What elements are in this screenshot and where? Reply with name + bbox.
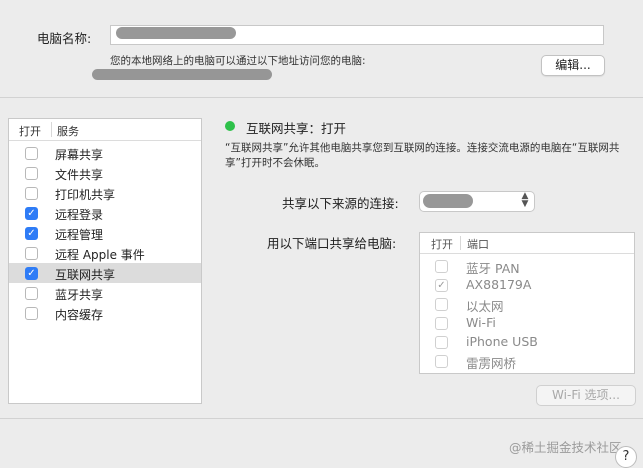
service-label: 远程登录 bbox=[55, 208, 104, 222]
ports-header-divider bbox=[460, 236, 461, 250]
port-checkbox[interactable] bbox=[435, 260, 448, 273]
port-row[interactable]: ✓ AX88179A bbox=[420, 275, 634, 294]
service-checkbox[interactable] bbox=[25, 187, 38, 200]
services-list-header: 打开 服务 bbox=[9, 119, 201, 141]
port-checkbox[interactable] bbox=[435, 336, 448, 349]
service-checkbox[interactable] bbox=[25, 307, 38, 320]
service-row[interactable]: 文件共享 bbox=[9, 163, 201, 183]
redacted-name-scribble bbox=[116, 27, 236, 39]
service-checkbox[interactable]: ✓ bbox=[25, 267, 38, 280]
internet-sharing-status: 互联网共享：打开 bbox=[246, 121, 347, 136]
edit-button[interactable]: 编辑... bbox=[541, 55, 605, 76]
port-row[interactable]: 雷雳网桥 bbox=[420, 351, 634, 371]
service-checkbox[interactable] bbox=[25, 287, 38, 300]
port-label: Wi-Fi bbox=[466, 315, 496, 330]
service-label: 互联网共享 bbox=[55, 268, 116, 282]
watermark: @稀土掘金技术社区 bbox=[509, 440, 622, 455]
header-divider bbox=[51, 122, 52, 137]
port-row[interactable]: Wi-Fi bbox=[420, 313, 634, 332]
service-row[interactable]: ✓ 远程登录 bbox=[9, 203, 201, 223]
service-label: 内容缓存 bbox=[55, 308, 104, 322]
port-label: AX88179A bbox=[466, 277, 532, 292]
ports-header-on: 打开 bbox=[431, 238, 453, 251]
port-checkbox[interactable] bbox=[435, 298, 448, 311]
service-row[interactable]: 屏幕共享 bbox=[9, 143, 201, 163]
ports-list-header: 打开 端口 bbox=[420, 233, 634, 254]
port-checkbox[interactable] bbox=[435, 317, 448, 330]
port-label: iPhone USB bbox=[466, 334, 538, 349]
redacted-address-scribble bbox=[92, 69, 272, 80]
port-checkbox[interactable]: ✓ bbox=[435, 279, 448, 292]
port-checkbox[interactable] bbox=[435, 355, 448, 368]
network-address-hint: 您的本地网络上的电脑可以通过以下地址访问您的电脑: bbox=[110, 55, 366, 67]
services-list: 打开 服务 屏幕共享文件共享打印机共享 ✓ 远程登录 ✓ 远程管理远程 Apple 事件… bbox=[8, 118, 202, 404]
ports-header-port: 端口 bbox=[467, 238, 489, 251]
service-label: 远程管理 bbox=[55, 228, 104, 242]
service-row[interactable]: 远程 Apple 事件 bbox=[9, 243, 201, 263]
service-label: 蓝牙共享 bbox=[55, 288, 104, 302]
service-checkbox[interactable]: ✓ bbox=[25, 227, 38, 240]
service-row[interactable]: 打印机共享 bbox=[9, 183, 201, 203]
updown-arrows-icon: ▲ ▼ bbox=[521, 191, 529, 209]
header-on: 打开 bbox=[19, 125, 41, 138]
share-to-label: 用以下端口共享给电脑: bbox=[267, 236, 397, 251]
internet-sharing-description: “互联网共享”允许其他电脑共享您到互联网的连接。连接交流电源的电脑在“互联网共享… bbox=[225, 142, 620, 169]
port-row[interactable]: 蓝牙 PAN bbox=[420, 256, 634, 276]
service-checkbox[interactable] bbox=[25, 147, 38, 160]
share-from-label: 共享以下来源的连接: bbox=[282, 196, 399, 211]
header-service: 服务 bbox=[57, 125, 79, 138]
service-label: 打印机共享 bbox=[55, 188, 116, 202]
wifi-options-button[interactable]: Wi-Fi 选项... bbox=[536, 385, 636, 406]
service-checkbox[interactable] bbox=[25, 167, 38, 180]
service-row[interactable]: ✓ 互联网共享 bbox=[9, 263, 201, 283]
port-row[interactable]: 以太网 bbox=[420, 294, 634, 314]
top-divider bbox=[0, 97, 643, 98]
service-row[interactable]: 蓝牙共享 bbox=[9, 283, 201, 303]
redacted-source-scribble bbox=[423, 194, 473, 208]
service-label: 屏幕共享 bbox=[55, 148, 104, 162]
service-row[interactable]: 内容缓存 bbox=[9, 303, 201, 323]
service-checkbox[interactable]: ✓ bbox=[25, 207, 38, 220]
service-row[interactable]: ✓ 远程管理 bbox=[9, 223, 201, 243]
bottom-divider bbox=[0, 418, 643, 419]
computer-name-label: 电脑名称: bbox=[37, 31, 92, 46]
ports-list: 打开 端口 蓝牙 PAN ✓ AX88179A 以太网 Wi-Fi iPhone USB 雷… bbox=[419, 232, 635, 374]
status-indicator-icon bbox=[225, 121, 235, 131]
help-button[interactable]: ? bbox=[615, 446, 637, 468]
port-label: 雷雳网桥 bbox=[466, 356, 517, 371]
service-label: 文件共享 bbox=[55, 168, 104, 182]
service-label: 远程 Apple 事件 bbox=[55, 248, 145, 262]
service-checkbox[interactable] bbox=[25, 247, 38, 260]
port-row[interactable]: iPhone USB bbox=[420, 332, 634, 351]
